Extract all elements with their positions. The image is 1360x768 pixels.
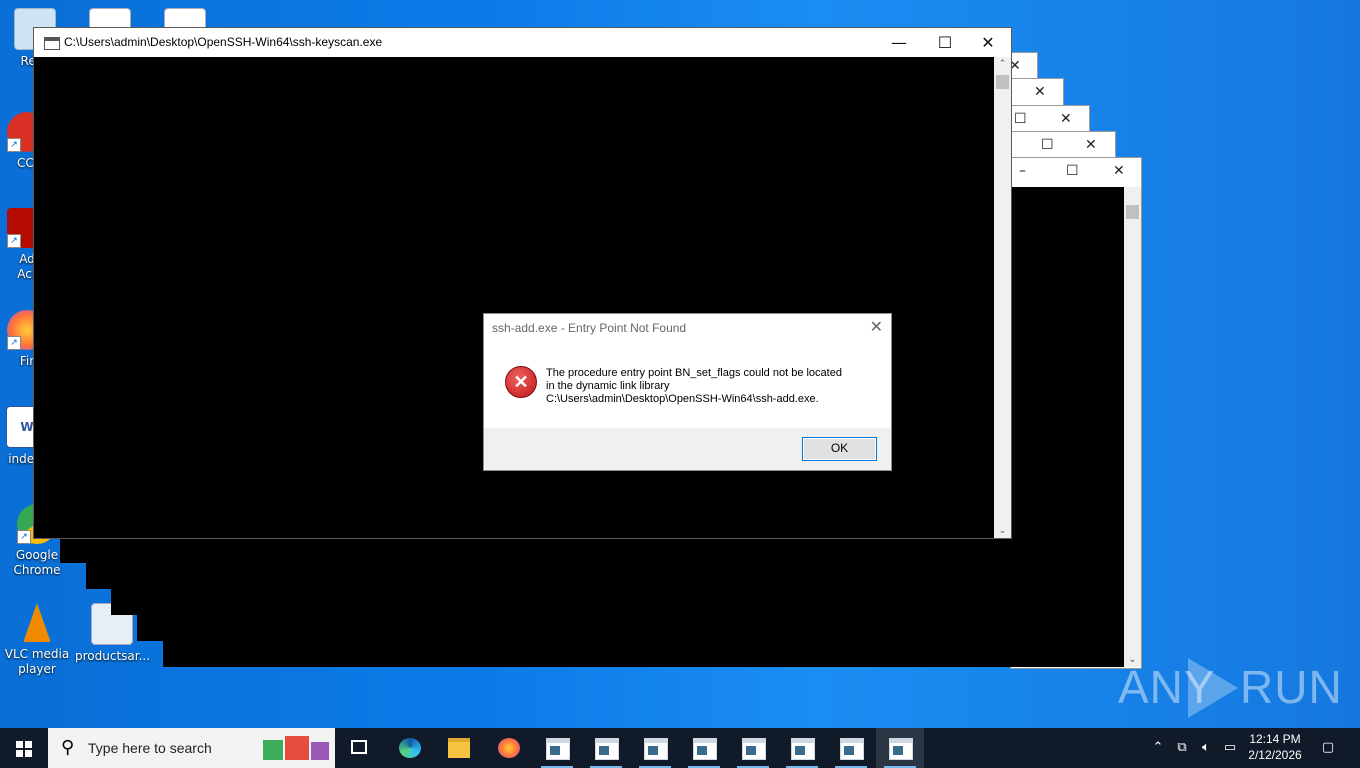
close-button[interactable]: ✕: [965, 28, 1011, 57]
dialog-message-line: in the dynamic link library: [546, 380, 670, 392]
maximize-icon[interactable]: ☐: [1041, 137, 1054, 153]
taskbar-firefox[interactable]: [485, 728, 533, 768]
console-app-icon: [693, 738, 717, 760]
desktop: Recy ↗ CCl ↗ Ad Acr ↗ Fir W indext ↗ Goo…: [0, 0, 1360, 728]
console-app-icon: [546, 738, 570, 760]
console-title-bar[interactable]: C:\Users\admin\Desktop\OpenSSH-Win64\ssh…: [34, 28, 1011, 57]
folder-icon: [448, 738, 470, 758]
console-title: C:\Users\admin\Desktop\OpenSSH-Win64\ssh…: [64, 35, 383, 49]
stacked-console-band-1: [60, 537, 86, 563]
task-view-icon: [351, 740, 367, 754]
firefox-icon: [498, 738, 520, 758]
taskbar-console-active[interactable]: [876, 728, 924, 768]
stacked-console-band-3: [111, 537, 137, 615]
volume-icon[interactable]: 🔈︎: [1196, 728, 1216, 768]
taskbar-file-explorer[interactable]: [435, 728, 483, 768]
console-app-icon: [44, 37, 60, 50]
start-button[interactable]: [0, 728, 48, 768]
entry-point-error-dialog[interactable]: ssh-add.exe - Entry Point Not Found ✕ ✕ …: [483, 313, 892, 471]
maximize-button[interactable]: ☐: [922, 28, 968, 57]
console-app-icon: [791, 738, 815, 760]
console-app-icon: [595, 738, 619, 760]
search-icon: ⚲: [61, 737, 75, 758]
taskbar-console-3[interactable]: [631, 728, 679, 768]
dialog-title: ssh-add.exe - Entry Point Not Found: [492, 321, 687, 335]
close-icon[interactable]: ✕: [1113, 163, 1125, 179]
console-app-icon: [889, 738, 913, 760]
dialog-message-line: The procedure entry point BN_set_flags c…: [546, 367, 842, 379]
taskbar-console-6[interactable]: [778, 728, 826, 768]
dialog-message-line: C:\Users\admin\Desktop\OpenSSH-Win64\ssh…: [546, 393, 819, 405]
taskbar-console-2[interactable]: [582, 728, 630, 768]
scrollbar[interactable]: ⌄: [1124, 187, 1141, 667]
scrollbar-thumb[interactable]: [996, 75, 1009, 89]
dialog-message: The procedure entry point BN_set_flags c…: [546, 367, 842, 406]
console-scrollbar[interactable]: ⌃ ⌄: [994, 57, 1011, 538]
taskbar-console-7[interactable]: [827, 728, 875, 768]
desktop-icon-label: VLC media player: [4, 647, 70, 676]
minimize-icon[interactable]: –: [1019, 163, 1026, 179]
shortcut-arrow-icon: ↗: [7, 336, 21, 350]
edge-icon: [399, 738, 421, 758]
close-icon[interactable]: ✕: [1085, 137, 1097, 153]
windows-logo-icon: [16, 741, 32, 757]
stacked-console-band-4: [137, 537, 163, 641]
taskbar: ⚲ Type here to search ⌃ ⧉ 🔈︎ ▭ 12:14 PM …: [0, 728, 1360, 768]
scroll-up-arrow-icon[interactable]: ⌃: [994, 59, 1011, 69]
network-icon[interactable]: ▭: [1220, 728, 1240, 768]
taskbar-console-5[interactable]: [729, 728, 777, 768]
stacked-console-band-2: [86, 537, 111, 589]
notifications-icon[interactable]: ▢: [1316, 728, 1340, 768]
taskbar-console-4[interactable]: [680, 728, 728, 768]
background-console-window-5[interactable]: – ☐ ✕ ⌄: [1010, 157, 1142, 669]
vlc-cone-icon: [23, 603, 51, 643]
taskbar-search-box[interactable]: ⚲ Type here to search: [48, 728, 335, 768]
scroll-down-arrow-icon[interactable]: ⌄: [994, 526, 1011, 536]
clock-date: 2/12/2026: [1248, 748, 1302, 762]
close-icon[interactable]: ✕: [1034, 84, 1046, 100]
gift-boxes-icon[interactable]: [263, 734, 331, 762]
search-placeholder: Type here to search: [88, 740, 212, 756]
clock-time: 12:14 PM: [1249, 732, 1301, 746]
console-app-icon: [742, 738, 766, 760]
show-hidden-icons-chevron-icon[interactable]: ⌃: [1148, 728, 1168, 768]
meet-now-icon[interactable]: ⧉: [1172, 728, 1192, 768]
minimize-button[interactable]: —: [876, 28, 922, 57]
task-view-button[interactable]: [336, 728, 384, 768]
dialog-footer: OK: [484, 428, 891, 470]
system-clock[interactable]: 12:14 PM 2/12/2026: [1240, 731, 1310, 763]
dialog-close-button[interactable]: ✕: [870, 317, 883, 337]
desktop-icon-label: productsar...: [75, 649, 151, 663]
taskbar-edge[interactable]: [386, 728, 434, 768]
console-app-icon: [840, 738, 864, 760]
maximize-icon[interactable]: ☐: [1066, 163, 1079, 179]
error-icon: ✕: [505, 366, 537, 398]
console-app-icon: [644, 738, 668, 760]
stacked-console-band-5: [163, 537, 1011, 667]
close-icon[interactable]: ✕: [1060, 111, 1072, 127]
desktop-icon-vlc[interactable]: VLC media player: [0, 603, 74, 677]
taskbar-console-1[interactable]: [533, 728, 581, 768]
ok-button[interactable]: OK: [802, 437, 877, 461]
maximize-icon[interactable]: ☐: [1014, 111, 1027, 127]
shortcut-arrow-icon: ↗: [17, 530, 31, 544]
console-output-area: [1011, 187, 1124, 667]
scrollbar-thumb[interactable]: [1126, 205, 1139, 219]
shortcut-arrow-icon: ↗: [7, 234, 21, 248]
anyrun-play-logo-icon: [1188, 658, 1238, 718]
shortcut-arrow-icon: ↗: [7, 138, 21, 152]
anyrun-watermark-right: RUN: [1240, 661, 1343, 713]
